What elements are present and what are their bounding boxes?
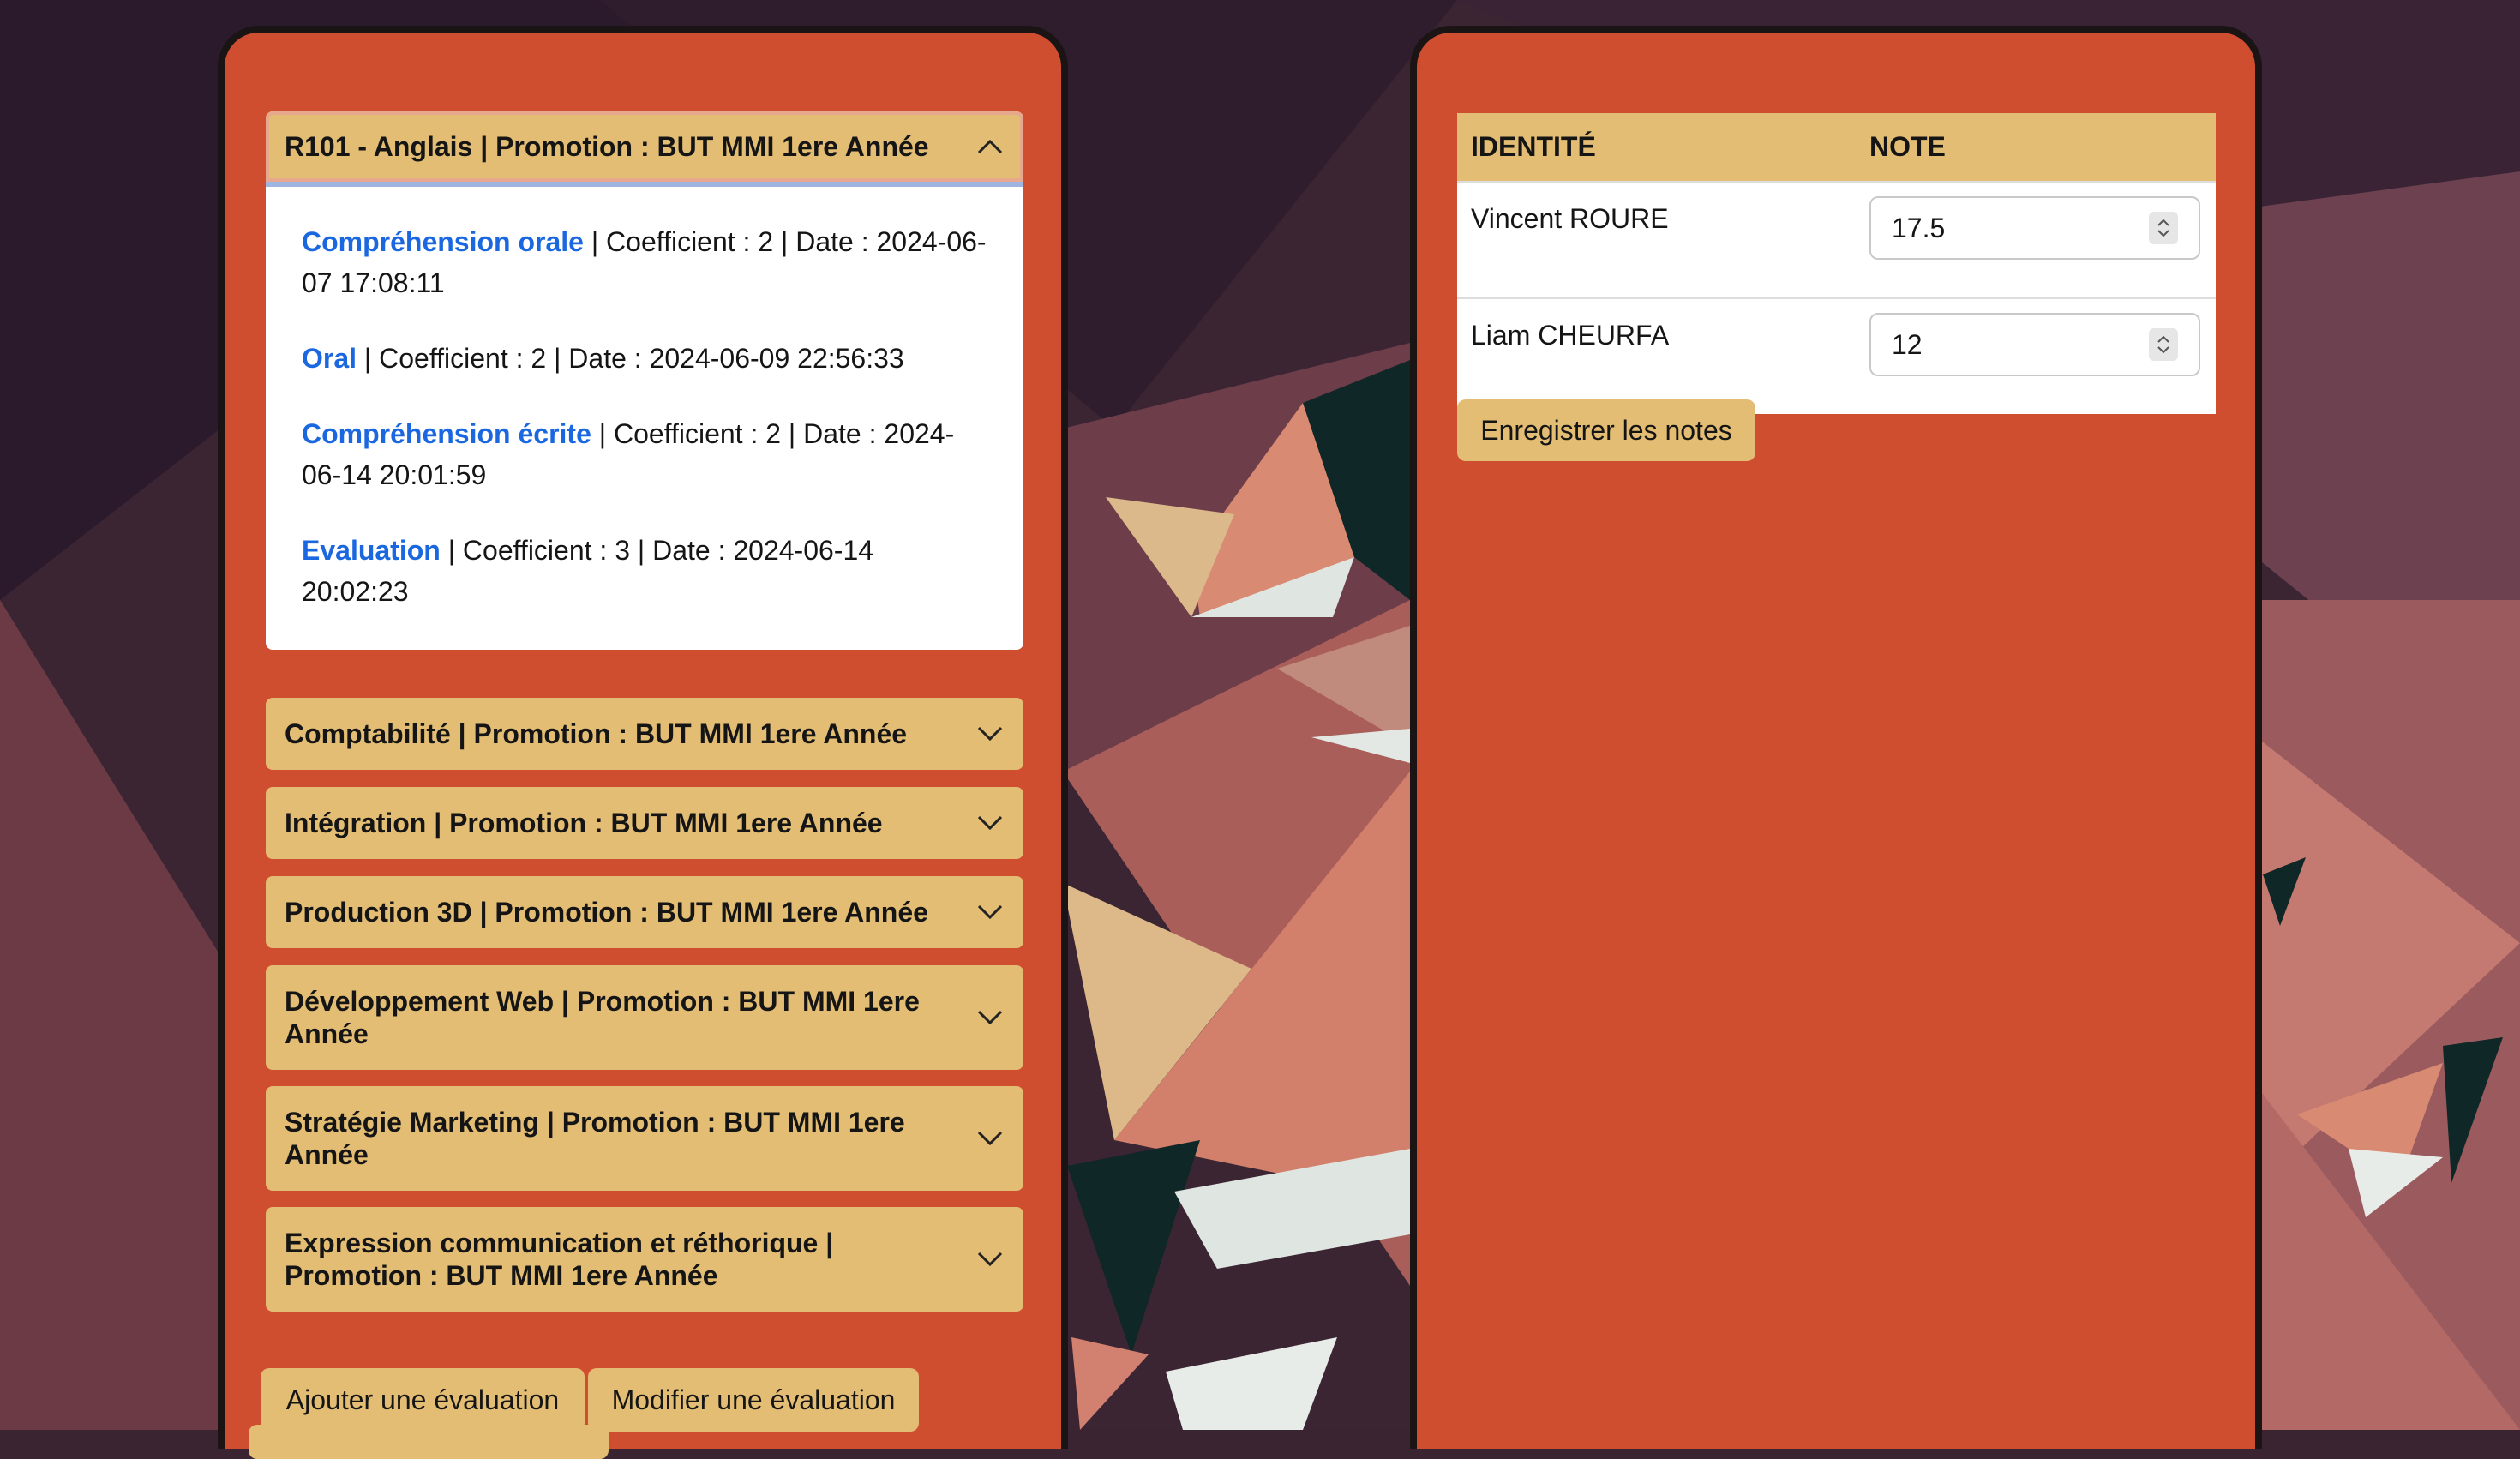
evaluation-item: Compréhension écrite | Coefficient : 2 |… — [302, 413, 987, 495]
student-name: Vincent ROURE — [1457, 181, 1856, 298]
accordion-header-developpement-web[interactable]: Développement Web | Promotion : BUT MMI … — [266, 965, 1023, 1070]
chevron-down-icon — [975, 808, 1005, 838]
student-name: Liam CHEURFA — [1457, 297, 1856, 414]
accordion-item-open: R101 - Anglais | Promotion : BUT MMI 1er… — [266, 111, 1023, 650]
note-value: 12 — [1892, 328, 1923, 360]
accordion-body: Compréhension orale | Coefficient : 2 | … — [266, 187, 1023, 650]
accordion-header-integration[interactable]: Intégration | Promotion : BUT MMI 1ere A… — [266, 787, 1023, 859]
accordion-title: R101 - Anglais | Promotion : BUT MMI 1er… — [285, 131, 929, 162]
courses-panel: R101 - Anglais | Promotion : BUT MMI 1er… — [218, 26, 1068, 1459]
accordion-header-r101[interactable]: R101 - Anglais | Promotion : BUT MMI 1er… — [266, 111, 1023, 187]
chevron-down-icon — [975, 1003, 1005, 1032]
evaluation-link[interactable]: Oral — [302, 343, 357, 374]
note-cell: 12 — [1856, 297, 2216, 414]
chevron-down-icon — [975, 898, 1005, 927]
column-header-identity: IDENTITÉ — [1457, 113, 1856, 182]
note-value: 17.5 — [1892, 212, 1946, 243]
accordion-header-comptabilite[interactable]: Comptabilité | Promotion : BUT MMI 1ere … — [266, 698, 1023, 770]
accordion-title: Stratégie Marketing | Promotion : BUT MM… — [285, 1107, 905, 1170]
grades-table: IDENTITÉ NOTE Vincent ROURE 17.5 Liam CH… — [1457, 113, 2216, 414]
note-cell: 17.5 — [1856, 181, 2216, 298]
grades-panel: IDENTITÉ NOTE Vincent ROURE 17.5 Liam CH… — [1410, 26, 2262, 1449]
accordion-title: Production 3D | Promotion : BUT MMI 1ere… — [285, 897, 928, 928]
accordion-title: Comptabilité | Promotion : BUT MMI 1ere … — [285, 718, 908, 749]
evaluation-link[interactable]: Compréhension orale — [302, 226, 584, 257]
table-header-row: IDENTITÉ NOTE — [1457, 113, 2216, 182]
evaluation-link[interactable]: Evaluation — [302, 535, 441, 566]
evaluation-link[interactable]: Compréhension écrite — [302, 418, 591, 449]
evaluation-item: Evaluation | Coefficient : 3 | Date : 20… — [302, 530, 987, 612]
extra-button-partial[interactable] — [249, 1425, 609, 1459]
evaluation-item: Oral | Coefficient : 2 | Date : 2024-06-… — [302, 338, 987, 379]
accordion-header-strategie-marketing[interactable]: Stratégie Marketing | Promotion : BUT MM… — [266, 1086, 1023, 1191]
table-row: Vincent ROURE 17.5 — [1457, 181, 2216, 298]
add-evaluation-button[interactable]: Ajouter une évaluation — [261, 1368, 585, 1432]
accordion-header-production-3d[interactable]: Production 3D | Promotion : BUT MMI 1ere… — [266, 876, 1023, 948]
chevron-down-icon — [975, 1245, 1005, 1274]
evaluation-details: | Coefficient : 2 | Date : 2024-06-09 22… — [357, 343, 904, 374]
chevron-up-icon — [975, 132, 1005, 161]
accordion-title: Développement Web | Promotion : BUT MMI … — [285, 986, 920, 1049]
save-grades-button[interactable]: Enregistrer les notes — [1457, 399, 1755, 461]
accordion-title: Expression communication et réthorique |… — [285, 1228, 834, 1291]
chevron-down-icon — [975, 719, 1005, 748]
spinner-arrows-icon[interactable] — [2149, 212, 2178, 244]
table-row: Liam CHEURFA 12 — [1457, 297, 2216, 414]
note-input[interactable]: 17.5 — [1869, 196, 2200, 260]
chevron-down-icon — [975, 1124, 1005, 1153]
accordion-title: Intégration | Promotion : BUT MMI 1ere A… — [285, 808, 883, 838]
edit-evaluation-button[interactable]: Modifier une évaluation — [588, 1368, 919, 1432]
spinner-arrows-icon[interactable] — [2149, 328, 2178, 361]
note-input[interactable]: 12 — [1869, 313, 2200, 376]
evaluation-item: Compréhension orale | Coefficient : 2 | … — [302, 221, 987, 303]
column-header-note: NOTE — [1856, 113, 2216, 182]
accordion-header-expression[interactable]: Expression communication et réthorique |… — [266, 1207, 1023, 1312]
